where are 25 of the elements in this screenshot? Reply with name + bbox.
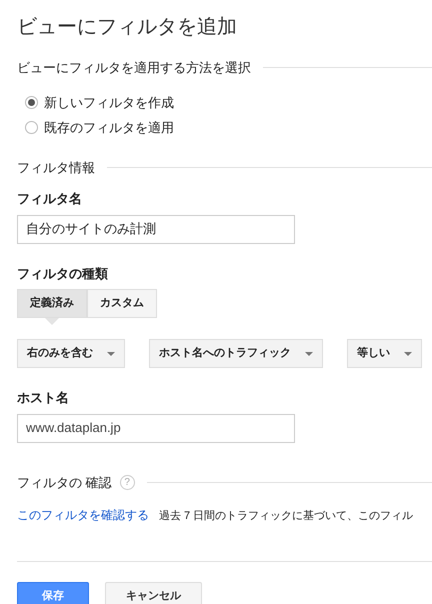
caret-icon bbox=[404, 352, 412, 356]
type-tab[interactable]: カスタム bbox=[87, 289, 157, 318]
dropdown[interactable]: ホスト名へのトラフィック bbox=[149, 339, 323, 368]
section-heading: ビューにフィルタを適用する方法を選択 bbox=[17, 59, 251, 77]
caret-icon bbox=[305, 352, 313, 356]
field-label: フィルタの種類 bbox=[17, 264, 109, 282]
type-tab[interactable]: 定義済み bbox=[17, 289, 87, 318]
radio-option[interactable]: 既存のフィルタを適用 bbox=[25, 118, 432, 138]
section-heading: フィルタの 確認 bbox=[17, 474, 112, 492]
input-field[interactable]: 自分のサイトのみ計測 bbox=[17, 214, 295, 244]
radio-button[interactable] bbox=[25, 121, 38, 134]
dropdown[interactable]: 等しい bbox=[347, 339, 422, 368]
radio-option[interactable]: 新しいフィルタを作成 bbox=[25, 92, 432, 112]
radio-button[interactable] bbox=[25, 96, 38, 109]
page-title: ビューにフィルタを追加 bbox=[17, 15, 238, 40]
caret-icon bbox=[107, 352, 115, 356]
pointer-icon bbox=[45, 318, 59, 325]
cancel-button[interactable]: キャンセル bbox=[105, 582, 202, 604]
description-text: 過去 7 日間のトラフィックに基づいて、このフィル bbox=[159, 509, 414, 524]
input-field[interactable]: www.dataplan.jp bbox=[17, 414, 295, 442]
field-label: ホスト名 bbox=[17, 389, 70, 407]
verify-link[interactable]: このフィルタを確認する bbox=[17, 506, 149, 524]
dropdown[interactable]: 右のみを含む bbox=[17, 339, 125, 368]
section-heading: フィルタ情報 bbox=[17, 158, 95, 176]
field-label: フィルタ名 bbox=[17, 190, 83, 208]
